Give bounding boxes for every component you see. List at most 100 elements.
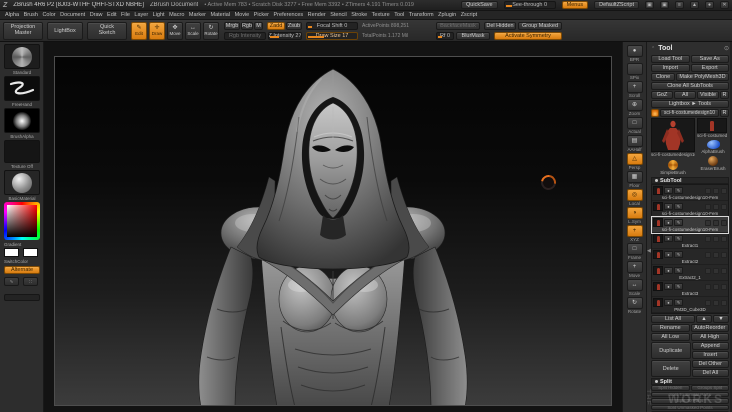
- subtool-mini-toggle[interactable]: [721, 235, 727, 242]
- polypaint-brush-icon[interactable]: ✎: [674, 187, 683, 194]
- all-high-button[interactable]: All High: [690, 333, 729, 341]
- subtool-section-header[interactable]: SubTool: [651, 177, 729, 184]
- menu-item[interactable]: Texture: [372, 12, 390, 18]
- split-unmasked-button[interactable]: Split Unmasked Points: [651, 404, 729, 410]
- make-polymesh3d-button[interactable]: Make PolyMesh3D: [676, 73, 729, 81]
- goz-button[interactable]: GoZ: [651, 91, 673, 99]
- right-shelf-item[interactable]: ▤ AAHalf: [626, 135, 643, 152]
- menu-item[interactable]: Stroke: [351, 12, 367, 18]
- goz-visible-button[interactable]: Visible: [697, 91, 719, 99]
- subtool-mini-toggle[interactable]: [721, 267, 727, 274]
- menu-item[interactable]: Light: [153, 12, 165, 18]
- subtool-thumbnail[interactable]: [653, 298, 663, 307]
- subtool-mini-toggle[interactable]: [705, 203, 711, 210]
- load-tool-button[interactable]: Load Tool: [651, 55, 690, 63]
- menu-item[interactable]: Edit: [107, 12, 116, 18]
- right-shelf-item[interactable]: + Move: [626, 261, 643, 278]
- scale-mode-button[interactable]: ↔ Scale: [185, 22, 201, 40]
- subtool-mini-toggle[interactable]: [705, 283, 711, 290]
- clone-button[interactable]: Clone: [651, 73, 675, 81]
- store-config-icon[interactable]: ▣: [660, 1, 669, 9]
- subtool-mini-toggle[interactable]: [705, 267, 711, 274]
- subtool-mini-toggle[interactable]: [721, 251, 727, 258]
- right-shelf-item[interactable]: + Scroll: [626, 81, 643, 98]
- polypaint-brush-icon[interactable]: ✎: [674, 235, 683, 242]
- subtool-thumbnail[interactable]: [653, 218, 663, 227]
- subtool-mini-toggle[interactable]: [721, 219, 727, 226]
- export-button[interactable]: Export: [690, 64, 729, 72]
- polypaint-brush-icon[interactable]: ✎: [674, 203, 683, 210]
- visibility-eye-icon[interactable]: ●: [664, 267, 673, 274]
- rf-slider[interactable]: Rf 0: [436, 32, 454, 40]
- subtool-thumbnail[interactable]: [653, 186, 663, 195]
- right-shelf-icon[interactable]: ↻: [626, 297, 643, 309]
- material-selector[interactable]: [4, 170, 40, 195]
- activate-symmetry-button[interactable]: Activate Symmetry: [494, 32, 562, 40]
- alternate-button[interactable]: Alternate: [4, 266, 40, 274]
- menu-item[interactable]: Layer: [134, 12, 148, 18]
- menu-item[interactable]: Render: [308, 12, 326, 18]
- main-color-swatch[interactable]: [4, 248, 19, 257]
- active-tool-name[interactable]: sci-fi-costumedesign10: [660, 109, 719, 117]
- texture-selector[interactable]: [4, 140, 40, 163]
- secondary-color-swatch[interactable]: [23, 248, 38, 257]
- z-intensity-slider[interactable]: Z Intensity 27: [268, 32, 302, 40]
- menu-item[interactable]: Brush: [24, 12, 38, 18]
- current-tool-thumbnail[interactable]: [651, 118, 695, 152]
- polypaint-brush-icon[interactable]: ✎: [674, 251, 683, 258]
- group-masked-button[interactable]: Group Masked: [518, 22, 562, 30]
- list-all-button[interactable]: List All: [651, 315, 695, 323]
- right-shelf-icon[interactable]: [626, 63, 643, 75]
- subtool-mini-toggle[interactable]: [721, 283, 727, 290]
- menu-item[interactable]: Tool: [394, 12, 404, 18]
- right-shelf-icon[interactable]: +: [626, 81, 643, 93]
- draw-size-slider[interactable]: Draw Size 17: [306, 32, 358, 40]
- subtool-thumbnail[interactable]: [653, 282, 663, 291]
- quick-sketch-button[interactable]: Quick Sketch: [87, 22, 127, 40]
- duplicate-button[interactable]: Duplicate: [651, 342, 691, 359]
- blur-mask-button[interactable]: BlurMask: [456, 32, 490, 40]
- alpha-selector[interactable]: [4, 108, 40, 133]
- subtool-mini-toggle[interactable]: [713, 235, 719, 242]
- polypaint-brush-icon[interactable]: ✎: [674, 267, 683, 274]
- subtool-mini-toggle[interactable]: [713, 219, 719, 226]
- right-shelf-icon[interactable]: +: [626, 261, 643, 273]
- subtool-thumbnail[interactable]: [653, 234, 663, 243]
- all-low-button[interactable]: All Low: [651, 333, 690, 341]
- subtool-mini-toggle[interactable]: [713, 267, 719, 274]
- polypaint-brush-icon[interactable]: ✎: [674, 299, 683, 306]
- help-icon[interactable]: ●: [705, 1, 714, 9]
- subtool-thumbnail[interactable]: [653, 202, 663, 211]
- menu-item[interactable]: Zscript: [461, 12, 478, 18]
- right-shelf-item[interactable]: ◑ L.Sym: [626, 207, 643, 224]
- move-mode-button[interactable]: ✥ Move: [167, 22, 183, 40]
- copy-config-icon[interactable]: ▣: [645, 1, 654, 9]
- menu-lock-icon[interactable]: ≡: [675, 1, 684, 9]
- right-shelf-icon[interactable]: ◑: [626, 207, 643, 219]
- menu-item[interactable]: Macro: [169, 12, 184, 18]
- subtool-row[interactable]: ● ✎ PM3D_Cube3D: [652, 297, 728, 313]
- goz-r-button[interactable]: R: [720, 91, 729, 99]
- right-shelf-item[interactable]: SPix: [626, 63, 643, 80]
- menu-item[interactable]: Material: [211, 12, 231, 18]
- right-shelf-item[interactable]: ⊕ Zoom: [626, 99, 643, 116]
- document-viewport[interactable]: [54, 56, 612, 406]
- menu-item[interactable]: Document: [60, 12, 85, 18]
- right-shelf-item[interactable]: △ Persp: [626, 153, 643, 170]
- right-shelf-icon[interactable]: ◎: [626, 189, 643, 201]
- recent-tool-thumbnail[interactable]: [697, 118, 727, 133]
- polypaint-brush-icon[interactable]: ✎: [674, 219, 683, 226]
- spray-grid-icon[interactable]: ∷: [23, 277, 38, 286]
- default-zscript-button[interactable]: DefaultZScript: [594, 1, 639, 9]
- split-similar-button[interactable]: Split To Similar Parts: [651, 391, 729, 397]
- groups-split-button[interactable]: Groups Split: [690, 385, 729, 391]
- projection-master-button[interactable]: Projection Master: [3, 22, 43, 40]
- curve-mode-icon[interactable]: ∿: [4, 277, 19, 286]
- subtool-mini-toggle[interactable]: [721, 203, 727, 210]
- right-shelf-item[interactable]: ▦ Floor: [626, 171, 643, 188]
- subtool-mini-toggle[interactable]: [705, 219, 711, 226]
- auto-reorder-button[interactable]: AutoReorder: [690, 324, 729, 332]
- right-shelf-item[interactable]: ◎ Local: [626, 189, 643, 206]
- subtool-row[interactable]: ● ✎ sci-fi-costumedesign10-Fem: [652, 185, 728, 201]
- right-shelf-item[interactable]: □ Actual: [626, 117, 643, 134]
